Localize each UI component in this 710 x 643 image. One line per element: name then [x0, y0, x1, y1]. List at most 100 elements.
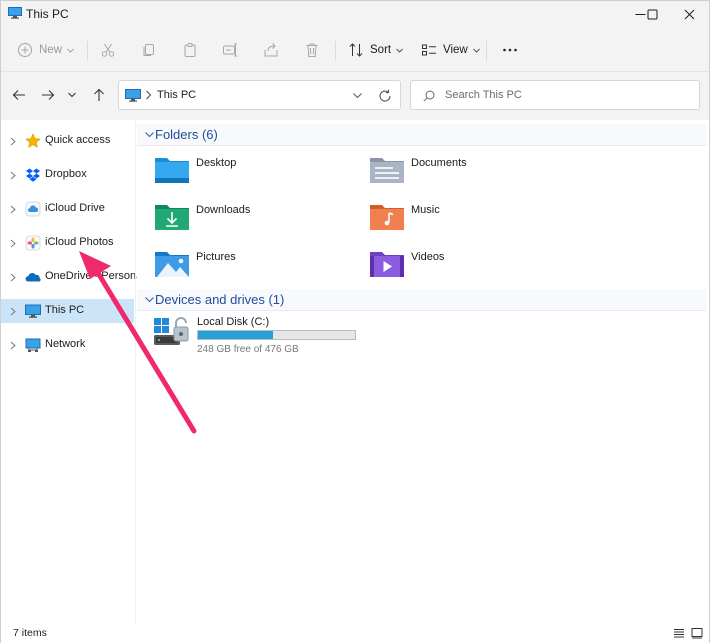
new-button[interactable]: New: [17, 39, 74, 61]
music-folder-icon: [370, 205, 404, 230]
folder-tile-music[interactable]: Music: [369, 201, 569, 241]
nav-item-label: Network: [45, 338, 86, 350]
documents-folder-icon: [370, 158, 404, 183]
nav-item-icloud-photos[interactable]: iCloud Photos: [1, 231, 134, 255]
local-disk-icon: [154, 317, 189, 345]
computer-icon: [125, 89, 141, 102]
folder-label: Downloads: [196, 204, 251, 216]
back-button[interactable]: [11, 87, 27, 103]
nav-item-label: iCloud Drive: [45, 202, 105, 214]
nav-item-network[interactable]: Network: [1, 333, 134, 357]
folder-tile-pictures[interactable]: Pictures: [154, 248, 354, 288]
trash-icon: [306, 43, 318, 57]
copy-button[interactable]: [141, 39, 157, 61]
search-icon: [423, 90, 435, 102]
details-view-icon[interactable]: [673, 627, 685, 639]
chevron-right-icon[interactable]: [10, 205, 16, 214]
title-bar: This PC: [1, 1, 709, 27]
arrow-up-icon: [94, 88, 104, 101]
folder-tile-desktop[interactable]: Desktop: [154, 154, 354, 194]
nav-item-this-pc[interactable]: This PC: [1, 299, 134, 323]
search-box[interactable]: Search This PC: [410, 80, 700, 110]
chevron-right-icon: [146, 90, 152, 100]
chevron-down-icon: [145, 297, 154, 303]
close-button[interactable]: [666, 1, 710, 27]
search-placeholder: Search This PC: [445, 89, 522, 101]
chevron-right-icon[interactable]: [10, 171, 16, 180]
forward-button[interactable]: [40, 87, 56, 103]
large-icons-view-icon[interactable]: [691, 627, 703, 639]
icloud-photos-icon: [25, 235, 41, 251]
divider: [335, 41, 336, 61]
rename-button[interactable]: [222, 39, 238, 61]
sort-button[interactable]: Sort: [348, 39, 403, 61]
paste-button[interactable]: [182, 39, 198, 61]
group-title: Devices and drives (1): [155, 292, 285, 307]
cut-button[interactable]: [100, 39, 116, 61]
folder-tile-documents[interactable]: Documents: [369, 154, 569, 194]
recent-locations-button[interactable]: [67, 87, 77, 103]
clipboard-icon: [184, 43, 196, 57]
drives-group-header[interactable]: Devices and drives (1): [137, 289, 707, 311]
divider: [87, 41, 88, 61]
arrow-left-icon: [12, 90, 25, 100]
view-icon: [422, 44, 436, 56]
network-icon: [25, 338, 41, 352]
address-bar[interactable]: This PC: [118, 80, 401, 110]
group-title: Folders (6): [155, 127, 218, 142]
pictures-folder-icon: [155, 252, 189, 277]
new-label: New: [39, 44, 63, 56]
nav-item-label: Dropbox: [45, 168, 87, 180]
rename-icon: [223, 43, 237, 57]
folder-label: Desktop: [196, 157, 237, 169]
drive-label: Local Disk (C:): [197, 316, 270, 328]
more-options-button[interactable]: [502, 39, 518, 61]
chevron-down-icon: [145, 132, 154, 138]
maximize-icon: [647, 9, 657, 19]
breadcrumb[interactable]: This PC: [157, 89, 196, 101]
folder-tile-downloads[interactable]: Downloads: [154, 201, 354, 241]
address-row: This PC Search This PC: [1, 72, 709, 120]
share-icon: [264, 43, 278, 57]
folders-group-header[interactable]: Folders (6): [137, 124, 707, 146]
nav-item-label: OneDrive - Personal: [45, 270, 145, 282]
divider: [486, 41, 487, 61]
desktop-folder-icon: [155, 158, 189, 183]
delete-button[interactable]: [304, 39, 320, 61]
chevron-down-icon: [472, 48, 480, 53]
chevron-right-icon[interactable]: [10, 273, 16, 282]
scissors-icon: [101, 43, 115, 57]
up-button[interactable]: [91, 87, 107, 103]
navigation-pane: Quick access Dropbox iCloud Drive iCloud…: [1, 120, 145, 624]
drive-tile-local-disk[interactable]: Local Disk (C:) 248 GB free of 476 GB: [154, 315, 414, 359]
videos-folder-icon: [370, 252, 404, 277]
folder-label: Documents: [411, 157, 467, 169]
refresh-icon[interactable]: [378, 89, 392, 103]
nav-item-icloud-drive[interactable]: iCloud Drive: [1, 197, 134, 221]
sort-icon: [349, 43, 363, 57]
nav-item-onedrive[interactable]: OneDrive - Personal: [1, 265, 145, 289]
nav-item-dropbox[interactable]: Dropbox: [1, 163, 134, 187]
content-pane: Folders (6) Desktop Documents Downloads …: [137, 120, 709, 624]
chevron-right-icon[interactable]: [10, 341, 16, 350]
nav-item-label: iCloud Photos: [45, 236, 114, 248]
sort-label: Sort: [370, 44, 392, 56]
item-count: 7 items: [13, 627, 47, 639]
chevron-down-icon: [396, 48, 403, 53]
status-bar: 7 items: [1, 624, 709, 643]
folder-label: Pictures: [196, 251, 236, 263]
nav-item-label: Quick access: [45, 134, 111, 146]
drive-usage-bar: [197, 330, 356, 340]
onedrive-icon: [25, 273, 41, 282]
chevron-right-icon[interactable]: [10, 239, 16, 248]
view-button[interactable]: View: [421, 39, 480, 61]
nav-item-quick-access[interactable]: Quick access: [1, 129, 134, 153]
arrow-right-icon: [42, 90, 55, 100]
chevron-right-icon[interactable]: [10, 137, 16, 146]
window-title: This PC: [26, 7, 69, 21]
chevron-down-icon[interactable]: [353, 92, 362, 99]
folder-tile-videos[interactable]: Videos: [369, 248, 569, 288]
chevron-right-icon[interactable]: [10, 307, 16, 316]
downloads-folder-icon: [155, 205, 189, 230]
share-button[interactable]: [263, 39, 279, 61]
